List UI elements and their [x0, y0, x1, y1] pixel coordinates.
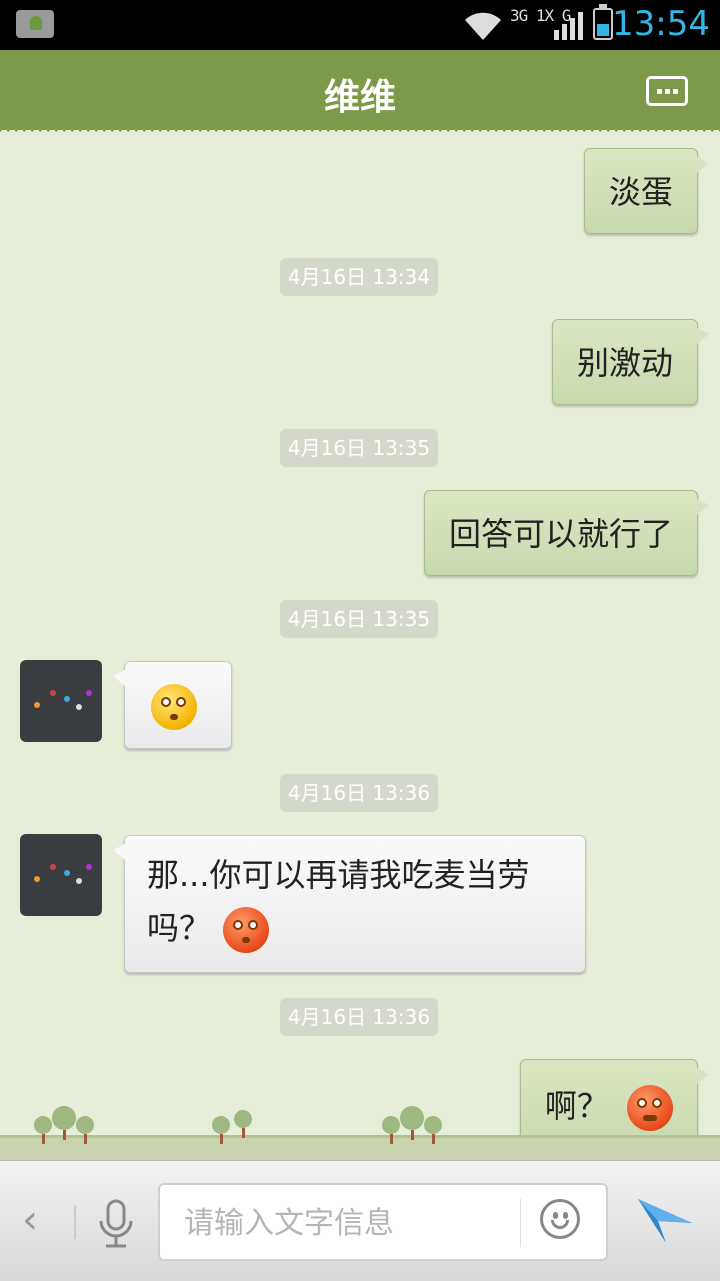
contact-name-title: 维维	[323, 77, 396, 118]
timestamp: 4月16日 13:34	[280, 258, 438, 296]
signal-strength-icon	[554, 12, 583, 40]
incoming-message[interactable]: 那...你可以再请我吃麦当劳 吗？	[113, 835, 586, 973]
contact-avatar[interactable]	[20, 834, 102, 916]
message-text: 别激动	[576, 344, 673, 382]
status-clock: 13:54	[612, 4, 710, 44]
message-text: 回答可以就行了	[448, 515, 673, 553]
smiley-icon[interactable]	[540, 1199, 580, 1239]
outgoing-message[interactable]: 回答可以就行了	[423, 490, 710, 576]
incoming-message[interactable]	[113, 661, 232, 749]
camera-notification-icon	[16, 10, 54, 38]
wifi-icon	[465, 12, 501, 41]
send-arrow-icon[interactable]	[636, 1195, 694, 1245]
status-bar: 3G 1X G 13:54	[0, 0, 720, 50]
divider	[520, 1199, 521, 1247]
dizzy-face-emoji	[151, 684, 197, 730]
outgoing-message[interactable]: 淡蛋	[583, 148, 710, 234]
message-list[interactable]: 淡蛋 4月16日 13:34 别激动 4月16日 13:35 回答可以就行了 4…	[0, 136, 720, 1160]
red-face-emoji	[223, 907, 270, 953]
chat-header: 维维	[0, 50, 720, 136]
message-text-line: 那...你可以再请我吃麦当劳	[147, 856, 530, 894]
message-input[interactable]	[182, 1199, 516, 1247]
contact-avatar[interactable]	[20, 660, 102, 742]
timestamp: 4月16日 13:36	[280, 998, 438, 1036]
chevron-left-icon[interactable]: ‹	[22, 1197, 38, 1243]
more-dots-icon[interactable]	[646, 76, 688, 106]
microphone-icon[interactable]	[96, 1199, 136, 1249]
divider	[74, 1205, 76, 1239]
message-text: 淡蛋	[608, 173, 673, 211]
message-input-container	[158, 1183, 608, 1261]
message-text-line: 吗？	[147, 909, 212, 947]
timestamp: 4月16日 13:36	[280, 774, 438, 812]
timestamp: 4月16日 13:35	[280, 600, 438, 638]
battery-icon	[593, 4, 613, 40]
timestamp: 4月16日 13:35	[280, 429, 438, 467]
landscape-decoration	[0, 1105, 720, 1160]
outgoing-message[interactable]: 别激动	[551, 319, 710, 405]
input-bar: ‹	[0, 1160, 720, 1281]
